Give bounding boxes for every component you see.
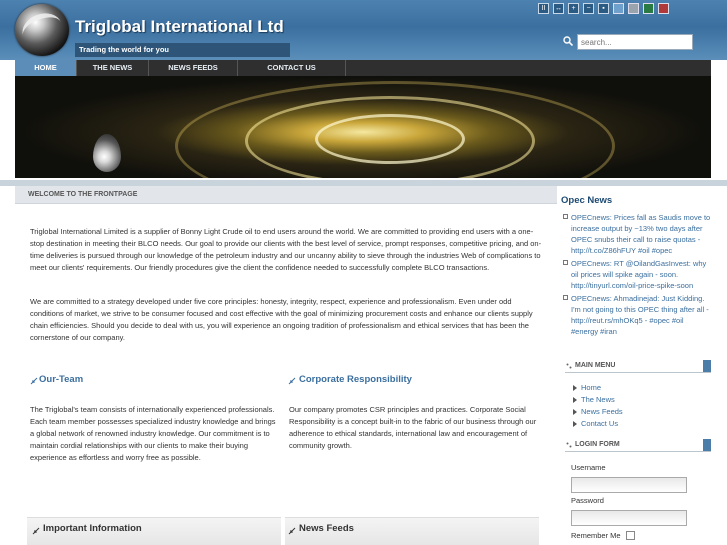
arrows-icon bbox=[288, 527, 296, 535]
password-label: Password bbox=[571, 496, 604, 505]
username-field[interactable] bbox=[571, 477, 687, 493]
font-reset-icon[interactable]: ▪ bbox=[598, 3, 609, 14]
news-feeds-title: News Feeds bbox=[299, 523, 354, 534]
username-label: Username bbox=[571, 463, 606, 472]
dots-icon bbox=[566, 442, 572, 448]
heading-accent bbox=[703, 360, 711, 372]
nav-home[interactable]: HOME bbox=[15, 60, 77, 76]
font-increase-icon[interactable]: + bbox=[568, 3, 579, 14]
width-toggle-icon[interactable]: ↔ bbox=[553, 3, 564, 14]
intro-paragraph-2: We are committed to a strategy developed… bbox=[30, 297, 533, 342]
opec-news-item[interactable]: OPECnews: RT @OilandGasInvest: why oil p… bbox=[561, 258, 711, 291]
banner-image bbox=[15, 76, 711, 178]
sidebar: Opec News OPECnews: Prices fall as Saudi… bbox=[557, 186, 711, 545]
nav-the-news[interactable]: THE NEWS bbox=[77, 60, 149, 76]
news-feeds-box: News Feeds bbox=[285, 517, 539, 545]
team-title[interactable]: Our-Team bbox=[39, 374, 83, 385]
main-nav: HOME THE NEWS NEWS FEEDS CONTACT US bbox=[15, 60, 711, 76]
main-menu-label: MAIN MENU bbox=[575, 362, 616, 369]
main-menu: Home The News News Feeds Contact Us bbox=[571, 382, 711, 430]
opec-news-list: OPECnews: Prices fall as Saudis move to … bbox=[561, 212, 711, 339]
remember-me-label: Remember Me bbox=[571, 531, 621, 540]
csr-title[interactable]: Corporate Responsibility bbox=[299, 374, 412, 385]
banner-ring bbox=[315, 114, 465, 164]
color-swatch-blue[interactable] bbox=[613, 3, 624, 14]
color-swatch-grey[interactable] bbox=[628, 3, 639, 14]
search-input[interactable] bbox=[577, 34, 693, 50]
csr-text: Our company promotes CSR principles and … bbox=[289, 405, 537, 450]
login-form-heading: LOGIN FORM bbox=[565, 439, 711, 452]
site-title[interactable]: Triglobal International Ltd bbox=[75, 17, 284, 37]
color-swatch-red[interactable] bbox=[658, 3, 669, 14]
important-info-box: Important Information bbox=[27, 517, 281, 545]
menu-item-home[interactable]: Home bbox=[571, 382, 711, 394]
nav-contact-us[interactable]: CONTACT US bbox=[238, 60, 346, 76]
intro-paragraph-1: Triglobal International Limited is a sup… bbox=[30, 227, 542, 272]
pause-icon[interactable]: II bbox=[538, 3, 549, 14]
main-menu-heading: MAIN MENU bbox=[565, 360, 711, 373]
opec-news-title: Opec News bbox=[561, 195, 613, 206]
nav-news-feeds[interactable]: NEWS FEEDS bbox=[149, 60, 238, 76]
arrows-icon bbox=[30, 377, 38, 385]
password-field[interactable] bbox=[571, 510, 687, 526]
menu-item-the-news[interactable]: The News bbox=[571, 394, 711, 406]
font-decrease-icon[interactable]: − bbox=[583, 3, 594, 14]
login-form-label: LOGIN FORM bbox=[575, 441, 620, 448]
arrows-icon bbox=[32, 527, 40, 535]
site-tagline: Trading the world for you bbox=[75, 43, 290, 57]
menu-item-contact-us[interactable]: Contact Us bbox=[571, 418, 711, 430]
team-text: The Triglobal's team consists of interna… bbox=[30, 405, 276, 462]
opec-news-item[interactable]: OPECnews: Prices fall as Saudis move to … bbox=[561, 212, 711, 256]
important-info-title: Important Information bbox=[43, 523, 142, 534]
arrows-icon bbox=[288, 377, 296, 385]
site-header: Triglobal International Ltd Trading the … bbox=[0, 0, 727, 60]
toolbar: II ↔ + − ▪ bbox=[538, 3, 669, 14]
color-swatch-green[interactable] bbox=[643, 3, 654, 14]
main-content: WELCOME TO THE FRONTPAGE Triglobal Inter… bbox=[15, 186, 557, 545]
dots-icon bbox=[566, 363, 572, 369]
heading-accent bbox=[703, 439, 711, 451]
oil-drop bbox=[93, 134, 121, 172]
remember-me-checkbox[interactable] bbox=[626, 531, 635, 540]
search-icon[interactable] bbox=[563, 36, 573, 46]
menu-item-news-feeds[interactable]: News Feeds bbox=[571, 406, 711, 418]
page-title: WELCOME TO THE FRONTPAGE bbox=[15, 186, 557, 204]
opec-news-item[interactable]: OPECnews: Ahmadinejad: Just Kidding. I'm… bbox=[561, 293, 711, 337]
